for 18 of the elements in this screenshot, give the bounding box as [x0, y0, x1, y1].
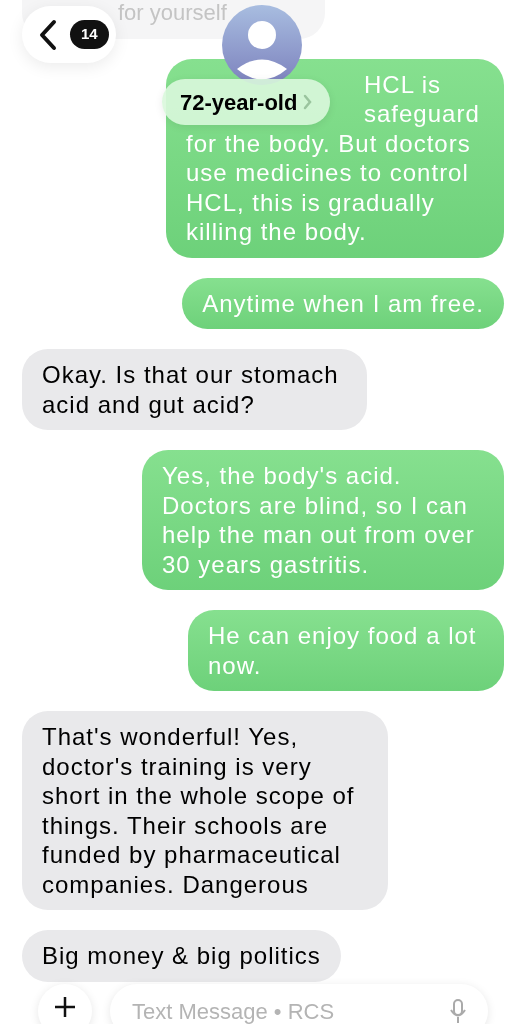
plus-icon — [54, 996, 76, 1018]
message-text: for the body. But doctors use medicines to control HCL, this is gradually killing the body. — [186, 128, 472, 247]
message-input[interactable]: Text Message • RCS — [132, 995, 450, 1024]
back-button[interactable]: 14 — [22, 6, 116, 63]
message-text: Yes, the body's acid. Doctors are blind, so I can help the man out from over 30 years gastritis. — [162, 461, 476, 579]
message-text: safeguard — [364, 99, 480, 129]
message-text: Okay. Is that our stomach acid and gut acid? — [42, 360, 340, 419]
contact-name-button[interactable]: 72-year-old — [162, 79, 331, 125]
add-button[interactable] — [38, 984, 92, 1024]
unread-count: 14 — [70, 20, 109, 49]
microphone-icon — [450, 999, 466, 1023]
message-text: Big money & big politics — [42, 941, 321, 971]
message-text: HCL is — [364, 69, 442, 99]
chevron-icon — [303, 94, 313, 110]
message-text: He can enjoy food a lot now. — [208, 621, 478, 680]
back-icon — [38, 18, 58, 51]
message-text: That's wonderful! Yes, doctor's training is very short in the whole scope of things. Their schools are funded by pharmaceutical companies. Dangerous — [42, 722, 356, 899]
message-text: Anytime when I am free. — [202, 288, 484, 318]
